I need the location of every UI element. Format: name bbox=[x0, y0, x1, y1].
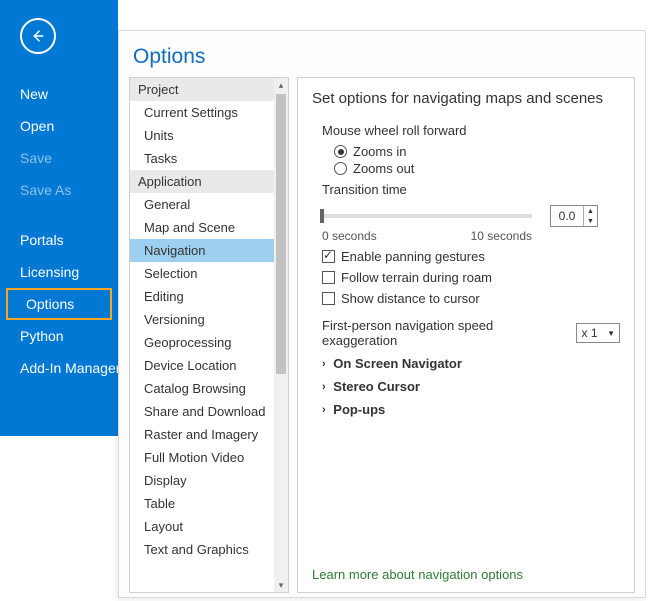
chevron-right-icon: › bbox=[322, 358, 326, 370]
spin-down-icon[interactable]: ▼ bbox=[583, 216, 597, 226]
slider-min-label: 0 seconds bbox=[322, 229, 377, 243]
category-item-text-and-graphics[interactable]: Text and Graphics bbox=[130, 538, 276, 561]
select-value: x 1 bbox=[581, 326, 597, 340]
category-item-selection[interactable]: Selection bbox=[130, 262, 276, 285]
check-label: Enable panning gestures bbox=[341, 249, 485, 264]
category-list: ProjectCurrent SettingsUnitsTasksApplica… bbox=[129, 77, 289, 593]
radio-label: Zooms in bbox=[353, 144, 406, 159]
chevron-right-icon: › bbox=[322, 381, 326, 393]
slider-max-label: 10 seconds bbox=[471, 229, 532, 243]
category-item-share-and-download[interactable]: Share and Download bbox=[130, 400, 276, 423]
scrollbar-thumb[interactable] bbox=[276, 94, 286, 374]
spin-up-icon[interactable]: ▲ bbox=[583, 206, 597, 216]
category-item-device-location[interactable]: Device Location bbox=[130, 354, 276, 377]
radio-icon bbox=[334, 145, 347, 158]
expander-label: Stereo Cursor bbox=[330, 379, 420, 394]
category-item-display[interactable]: Display bbox=[130, 469, 276, 492]
radio-icon bbox=[334, 162, 347, 175]
expander-pop-ups[interactable]: › Pop-ups bbox=[322, 402, 620, 417]
detail-heading: Set options for navigating maps and scen… bbox=[312, 90, 620, 107]
rail-item-portals[interactable]: Portals bbox=[0, 224, 118, 256]
check-show-distance[interactable]: Show distance to cursor bbox=[322, 291, 620, 306]
check-label: Show distance to cursor bbox=[341, 291, 480, 306]
rail-item-add-in-manager[interactable]: Add-In Manager bbox=[0, 352, 118, 384]
radio-label: Zooms out bbox=[353, 161, 414, 176]
category-item-units[interactable]: Units bbox=[130, 124, 276, 147]
category-item-map-and-scene[interactable]: Map and Scene bbox=[130, 216, 276, 239]
transition-slider[interactable] bbox=[322, 214, 532, 218]
category-item-current-settings[interactable]: Current Settings bbox=[130, 101, 276, 124]
options-panel: Options ProjectCurrent SettingsUnitsTask… bbox=[118, 30, 646, 598]
transition-time-label: Transition time bbox=[322, 182, 620, 197]
rail-item-options[interactable]: Options bbox=[6, 288, 112, 320]
category-header: Project bbox=[130, 78, 276, 101]
backstage-rail: NewOpenSaveSave As PortalsLicensingOption… bbox=[0, 0, 118, 436]
back-button[interactable] bbox=[20, 18, 56, 54]
category-item-catalog-browsing[interactable]: Catalog Browsing bbox=[130, 377, 276, 400]
transition-spinbox[interactable]: 0.0 ▲ ▼ bbox=[550, 205, 598, 227]
expander-label: On Screen Navigator bbox=[330, 356, 462, 371]
check-label: Follow terrain during roam bbox=[341, 270, 492, 285]
panel-title: Options bbox=[119, 31, 645, 77]
expander-label: Pop-ups bbox=[330, 402, 386, 417]
check-panning-gestures[interactable]: Enable panning gestures bbox=[322, 249, 620, 264]
chevron-right-icon: › bbox=[322, 404, 326, 416]
checkbox-icon bbox=[322, 292, 335, 305]
expander-stereo-cursor[interactable]: › Stereo Cursor bbox=[322, 379, 620, 394]
expander-on-screen-navigator[interactable]: › On Screen Navigator bbox=[322, 356, 620, 371]
category-item-editing[interactable]: Editing bbox=[130, 285, 276, 308]
rail-item-open[interactable]: Open bbox=[0, 110, 118, 142]
radio-zooms-out[interactable]: Zooms out bbox=[334, 161, 620, 176]
options-detail-pane: Set options for navigating maps and scen… bbox=[297, 77, 635, 593]
category-item-versioning[interactable]: Versioning bbox=[130, 308, 276, 331]
rail-item-new[interactable]: New bbox=[0, 78, 118, 110]
category-item-navigation[interactable]: Navigation bbox=[130, 239, 276, 262]
rail-item-save-as[interactable]: Save As bbox=[0, 174, 118, 206]
mouse-wheel-label: Mouse wheel roll forward bbox=[322, 123, 620, 138]
check-follow-terrain[interactable]: Follow terrain during roam bbox=[322, 270, 620, 285]
category-item-tasks[interactable]: Tasks bbox=[130, 147, 276, 170]
scroll-down-icon[interactable]: ▾ bbox=[274, 578, 288, 592]
category-item-raster-and-imagery[interactable]: Raster and Imagery bbox=[130, 423, 276, 446]
learn-more-link[interactable]: Learn more about navigation options bbox=[312, 567, 523, 582]
rail-item-python[interactable]: Python bbox=[0, 320, 118, 352]
category-item-full-motion-video[interactable]: Full Motion Video bbox=[130, 446, 276, 469]
checkbox-icon bbox=[322, 250, 335, 263]
category-item-table[interactable]: Table bbox=[130, 492, 276, 515]
spin-value: 0.0 bbox=[551, 209, 583, 223]
chevron-down-icon: ▼ bbox=[607, 329, 615, 338]
speed-select[interactable]: x 1 ▼ bbox=[576, 323, 620, 343]
slider-thumb[interactable] bbox=[320, 209, 324, 223]
speed-label: First-person navigation speed exaggerati… bbox=[322, 318, 568, 348]
category-header: Application bbox=[130, 170, 276, 193]
back-arrow-icon bbox=[29, 27, 47, 45]
rail-item-licensing[interactable]: Licensing bbox=[0, 256, 118, 288]
radio-zooms-in[interactable]: Zooms in bbox=[334, 144, 620, 159]
category-item-layout[interactable]: Layout bbox=[130, 515, 276, 538]
checkbox-icon bbox=[322, 271, 335, 284]
category-scrollbar[interactable]: ▴ ▾ bbox=[274, 78, 288, 592]
scroll-up-icon[interactable]: ▴ bbox=[274, 78, 288, 92]
category-item-geoprocessing[interactable]: Geoprocessing bbox=[130, 331, 276, 354]
rail-item-save[interactable]: Save bbox=[0, 142, 118, 174]
category-item-general[interactable]: General bbox=[130, 193, 276, 216]
